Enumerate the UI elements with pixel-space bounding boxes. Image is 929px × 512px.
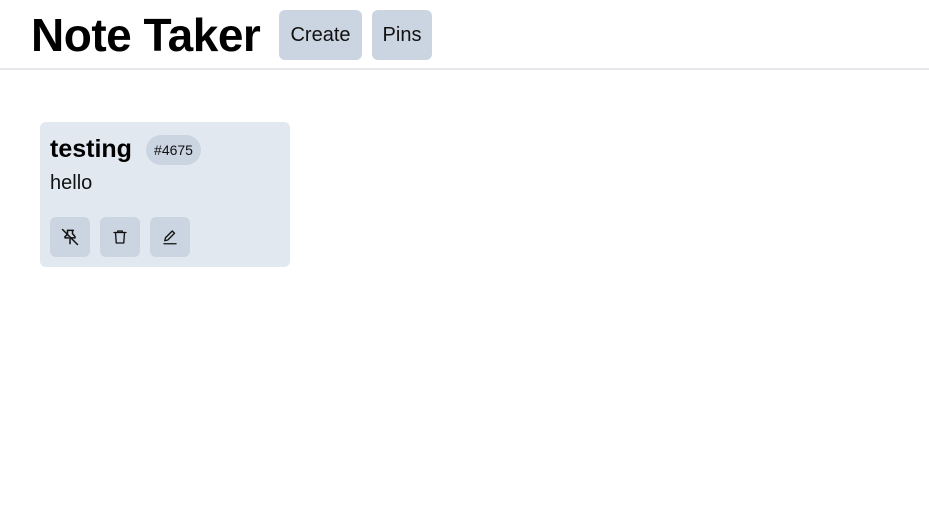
note-tag-badge: #4675	[146, 135, 201, 165]
unpin-button[interactable]	[50, 217, 90, 257]
app-title: Note Taker	[31, 9, 261, 61]
edit-button[interactable]	[150, 217, 190, 257]
pin-off-icon	[60, 227, 80, 247]
pins-button[interactable]: Pins	[372, 10, 432, 60]
note-body: hello	[50, 172, 93, 194]
app-header: Note Taker Create Pins	[0, 0, 929, 70]
trash-icon	[111, 228, 129, 246]
pencil-icon	[161, 228, 179, 246]
note-title: testing	[50, 135, 132, 163]
delete-button[interactable]	[100, 217, 140, 257]
create-button[interactable]: Create	[279, 10, 362, 60]
note-card: testing #4675 hello	[40, 122, 290, 267]
